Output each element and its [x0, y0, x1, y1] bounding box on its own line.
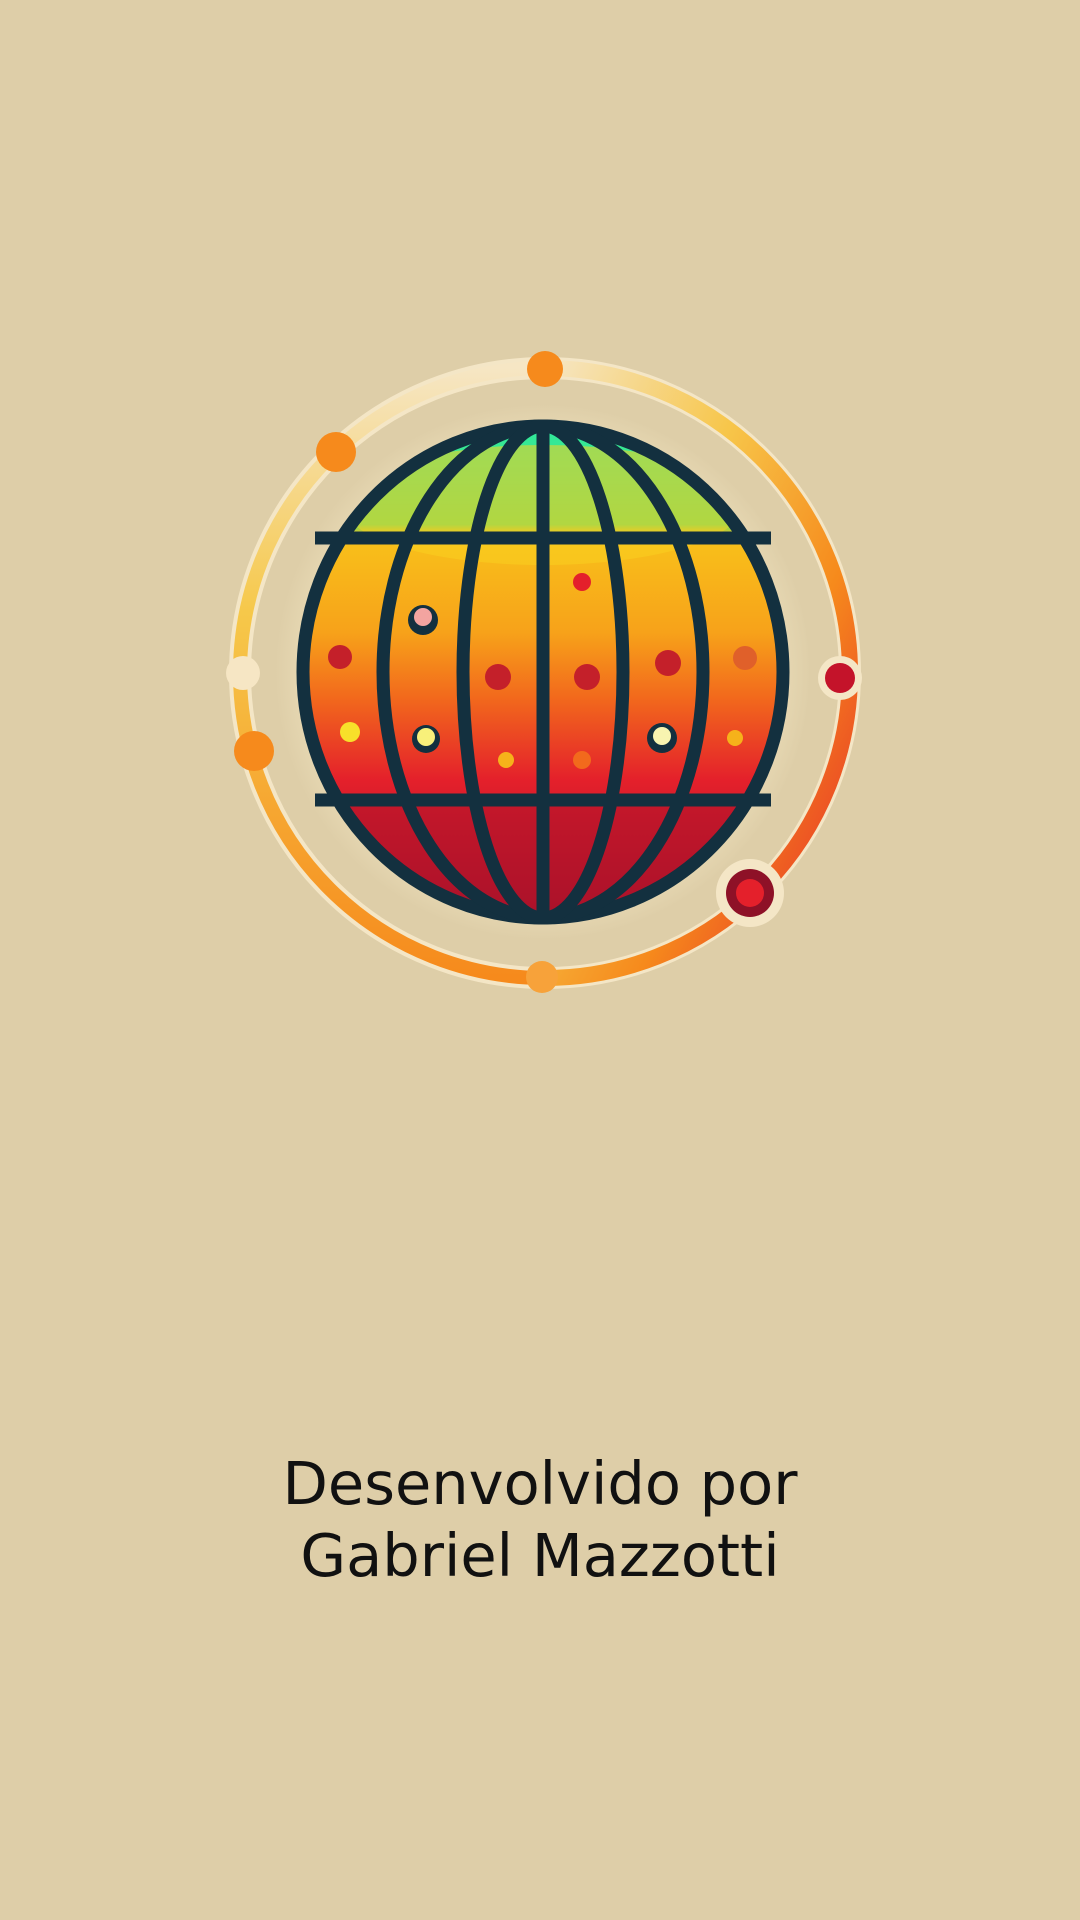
credit-line-2: Gabriel Mazzotti: [300, 1521, 780, 1590]
splash-screen: Desenvolvido por Gabriel Mazzotti: [0, 0, 1080, 1920]
credit-line-1: Desenvolvido por: [282, 1449, 798, 1518]
developer-credit: Desenvolvido por Gabriel Mazzotti: [0, 1448, 1080, 1592]
globe-network-icon: [220, 345, 870, 1000]
